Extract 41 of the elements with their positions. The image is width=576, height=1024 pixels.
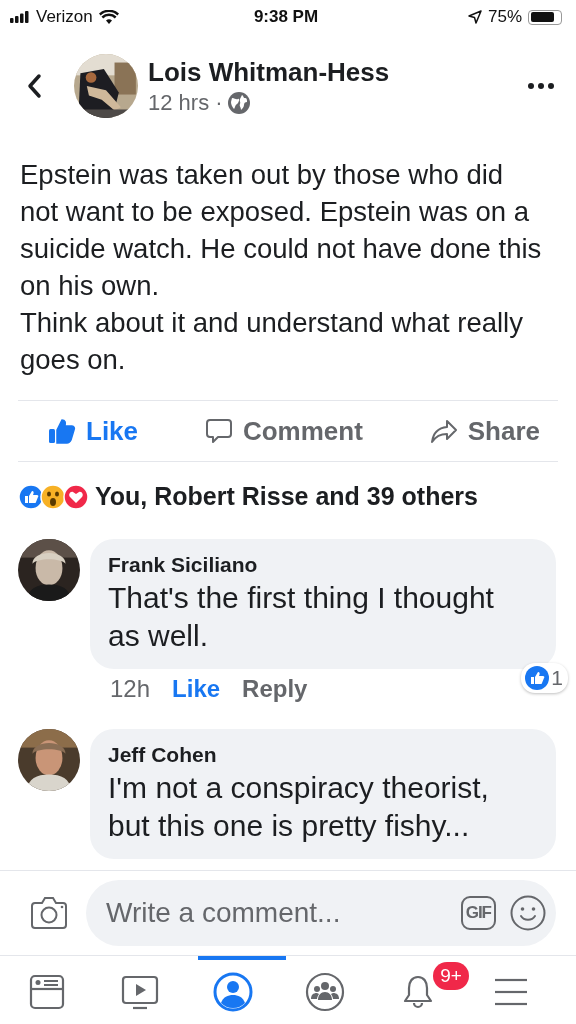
notification-badge: 9+ — [433, 962, 469, 990]
reaction-count-badge[interactable]: 1 — [521, 663, 568, 693]
gif-button[interactable]: GIF — [460, 896, 496, 930]
comment-field[interactable]: Write a comment... GIF — [86, 880, 556, 946]
share-arrow-icon — [429, 418, 458, 444]
notifications-tab[interactable]: 9+ — [382, 956, 471, 1024]
thumbs-up-icon — [48, 418, 76, 444]
signal-icon — [10, 11, 30, 23]
clock: 9:38 PM — [253, 7, 319, 27]
battery-percent: 75% — [487, 7, 522, 27]
wifi-icon — [98, 9, 119, 25]
post-time[interactable]: 12 hrs — [148, 89, 210, 116]
separator-dot: · — [215, 89, 223, 116]
video-screen-icon — [121, 973, 159, 1011]
speech-bubble-icon — [204, 417, 233, 445]
commenter-name[interactable]: Frank Siciliano — [108, 553, 538, 577]
comment-text: I'm not a conspiracy theorist, but this one is pretty fishy... — [108, 770, 490, 844]
reply-link[interactable]: Reply — [242, 675, 308, 703]
back-icon[interactable] — [26, 73, 42, 99]
location-icon — [467, 10, 482, 24]
comment-button[interactable]: Comment — [204, 411, 363, 451]
carrier-name: Verizon — [36, 7, 93, 27]
emoji-icon[interactable] — [510, 895, 546, 931]
author-name[interactable]: Lois Whitman-Hess — [148, 56, 528, 88]
battery-icon — [528, 9, 562, 25]
profile-icon — [212, 972, 253, 1012]
like-button[interactable]: Like — [48, 411, 139, 451]
share-button[interactable]: Share — [429, 411, 540, 451]
camera-icon[interactable] — [30, 896, 68, 930]
group-icon — [305, 972, 346, 1012]
post-text: Think about it and understand what really goes on. — [20, 306, 524, 377]
commenter-name[interactable]: Jeff Cohen — [108, 743, 538, 767]
reactions-summary[interactable]: You, Robert Risse and 39 others — [95, 482, 478, 511]
more-options-icon[interactable] — [528, 83, 554, 89]
news-feed-icon — [28, 973, 67, 1011]
globe-icon — [228, 91, 251, 114]
post-text: Epstein was taken out by those who did not want to be exposed. Epstein was on a suicide watch. He could not have done this on his own. — [20, 158, 542, 303]
like-link[interactable]: Like — [172, 675, 221, 703]
menu-icon — [492, 977, 529, 1007]
comment-time: 12h — [110, 675, 151, 703]
comment-text: That's the first thing I thought as well. — [108, 580, 495, 654]
